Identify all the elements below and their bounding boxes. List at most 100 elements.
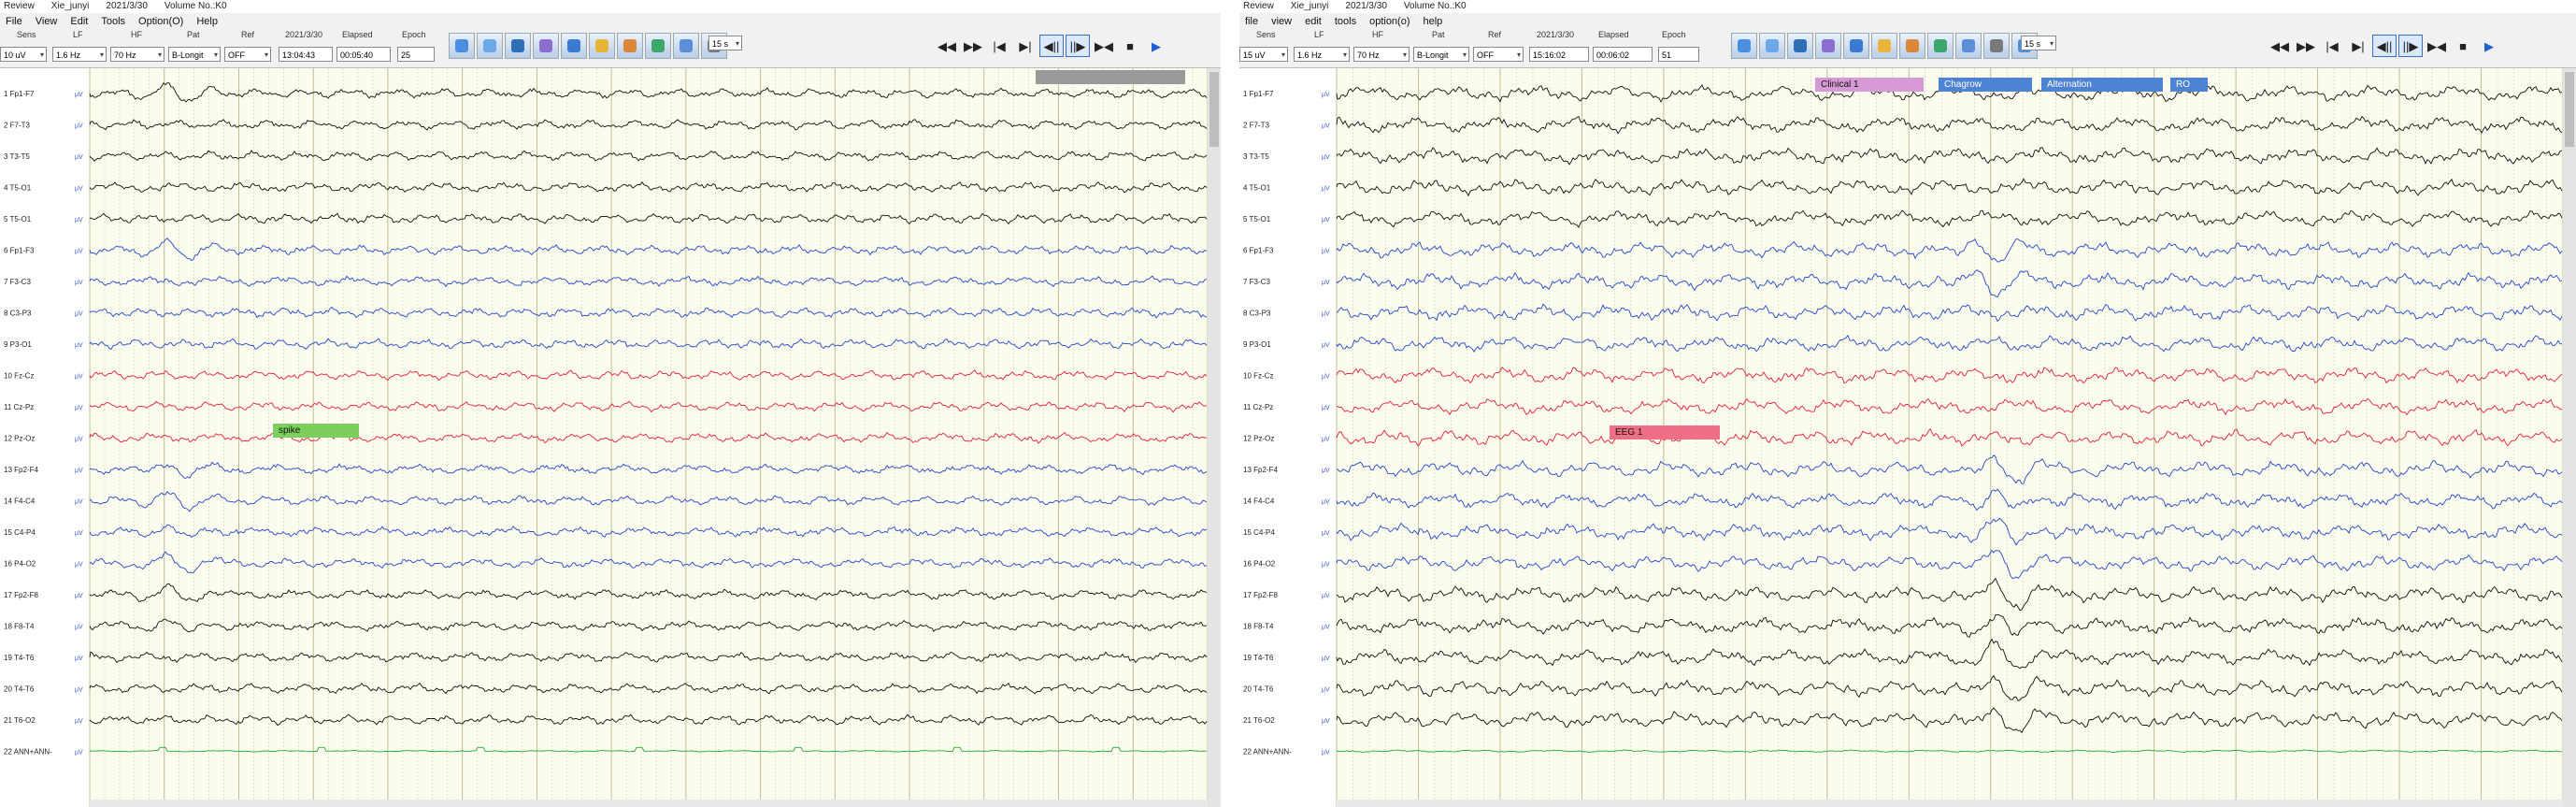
montage-select[interactable]: B-Longit xyxy=(1413,47,1469,62)
tool-icon-button[interactable] xyxy=(1899,33,1925,59)
step-back-button[interactable]: ◀|| xyxy=(1039,35,1064,57)
ref-select[interactable]: OFF xyxy=(224,47,271,62)
tool-icon-button[interactable] xyxy=(533,33,559,59)
eeg-trace-area[interactable]: 1 Fp1-F7 μV 2 F7-T3 μV 3 T3-T5 μV 4 T5-O1 μV 5 T… xyxy=(1239,68,2576,807)
step-forward-button[interactable]: ||▶ xyxy=(1066,35,1090,57)
channel-unit: μV xyxy=(1322,122,1330,129)
hf-label: HF xyxy=(1372,30,1383,39)
record-date: 2021/3/30 xyxy=(106,1,148,11)
step-forward-button[interactable]: ||▶ xyxy=(2398,35,2423,57)
tool-icon-button[interactable] xyxy=(589,33,615,59)
tool-icon-button[interactable] xyxy=(561,33,587,59)
title-bar: Review Xie_junyi 2021/3/30 Volume No.:K0 xyxy=(1239,0,2576,13)
fast-forward-button[interactable]: ▶▶ xyxy=(2294,35,2318,57)
time-window-select[interactable]: 15 s xyxy=(2021,36,2056,50)
sync-button[interactable]: ▶◀ xyxy=(1092,35,1116,57)
channel-unit: μV xyxy=(1322,498,1330,505)
stop-button[interactable]: ■ xyxy=(2451,35,2475,57)
ref-select[interactable]: OFF xyxy=(1473,47,1524,62)
sens-select[interactable]: 15 uV xyxy=(1239,47,1288,62)
sens-select[interactable]: 10 uV xyxy=(0,47,47,62)
tool-icon-button[interactable] xyxy=(1955,33,1982,59)
annotation-spike[interactable]: spike xyxy=(273,424,359,438)
menu-edit[interactable]: Edit xyxy=(70,14,88,29)
lf-select[interactable]: 1.6 Hz xyxy=(1294,47,1350,62)
menu-option[interactable]: option(o) xyxy=(1369,14,1410,29)
tool-icon xyxy=(1990,39,2003,52)
tool-icon xyxy=(1878,39,1891,52)
eeg-trace-area[interactable]: 1 Fp1-F7 μV 2 F7-T3 μV 3 T3-T5 μV 4 T5-O1 μV 5 T… xyxy=(0,68,1221,807)
lf-select[interactable]: 1.6 Hz xyxy=(52,47,107,62)
annotation-chagrow[interactable]: Chagrow xyxy=(1939,78,2032,92)
sync-button[interactable]: ▶◀ xyxy=(2425,35,2449,57)
menu-view[interactable]: View xyxy=(36,14,58,29)
toolbar: Sens LF HF Pat Ref 2021/3/30 Elapsed Epo… xyxy=(1239,30,2576,68)
first-page-button[interactable]: |◀ xyxy=(987,35,1011,57)
tool-icon-button[interactable] xyxy=(645,33,671,59)
patient-name: Xie_junyi xyxy=(1290,1,1329,11)
tool-icon-button[interactable] xyxy=(449,33,475,59)
epoch-number[interactable]: 51 xyxy=(1658,47,1699,62)
tool-icon-button[interactable] xyxy=(1843,33,1869,59)
tool-icon-button[interactable] xyxy=(1815,33,1841,59)
time-window-select[interactable]: 15 s xyxy=(708,36,742,50)
tool-icon xyxy=(595,39,608,52)
channel-label: 6 Fp1-F3 xyxy=(4,246,35,254)
pat-label: Pat xyxy=(187,30,200,39)
hf-select[interactable]: 70 Hz xyxy=(110,47,165,62)
tool-icon-button[interactable] xyxy=(1759,33,1785,59)
rewind-button[interactable]: ◀◀ xyxy=(935,35,959,57)
menu-file[interactable]: File xyxy=(6,14,22,29)
step-back-button[interactable]: ◀|| xyxy=(2372,35,2397,57)
tool-icon-button[interactable] xyxy=(1787,33,1813,59)
stop-button[interactable]: ■ xyxy=(1118,35,1142,57)
hf-select[interactable]: 70 Hz xyxy=(1353,47,1410,62)
fast-forward-button[interactable]: ▶▶ xyxy=(961,35,985,57)
annotation-alternation[interactable]: Alternation xyxy=(2041,78,2163,92)
channel-unit: μV xyxy=(1322,154,1330,161)
rewind-button[interactable]: ◀◀ xyxy=(2268,35,2292,57)
tool-icon-button[interactable] xyxy=(1927,33,1953,59)
eeg-traces[interactable]: 1 Fp1-F7 μV 2 F7-T3 μV 3 T3-T5 μV 4 T5-O1 μV 5 T… xyxy=(1239,68,2576,807)
epoch-number[interactable]: 25 xyxy=(397,47,435,62)
eeg-traces[interactable]: 1 Fp1-F7 μV 2 F7-T3 μV 3 T3-T5 μV 4 T5-O1 μV 5 T… xyxy=(0,68,1221,807)
vertical-scrollbar xyxy=(2563,68,2576,807)
last-page-button[interactable]: ▶| xyxy=(2346,35,2370,57)
annotation-marker[interactable] xyxy=(1036,70,1185,84)
menu-tools[interactable]: Tools xyxy=(101,14,125,29)
elapsed-label: Elapsed xyxy=(1598,30,1629,39)
play-button[interactable]: ▶ xyxy=(1144,35,1168,57)
channel-label: 15 C4-P4 xyxy=(1243,528,1275,537)
tool-icon-button[interactable] xyxy=(617,33,643,59)
channel-unit: μV xyxy=(1322,436,1330,442)
tool-icon-button[interactable] xyxy=(505,33,531,59)
tool-icon-button[interactable] xyxy=(673,33,699,59)
menu-option[interactable]: Option(O) xyxy=(138,14,183,29)
menu-view[interactable]: view xyxy=(1271,14,1292,29)
tool-icon-button[interactable] xyxy=(1731,33,1757,59)
menu-tools[interactable]: tools xyxy=(1335,14,1356,29)
menu-edit[interactable]: edit xyxy=(1305,14,1322,29)
channel-unit: μV xyxy=(1322,468,1330,474)
montage-select[interactable]: B-Longit xyxy=(168,47,221,62)
menu-file[interactable]: file xyxy=(1245,14,1258,29)
menu-help[interactable]: Help xyxy=(196,14,218,29)
tool-icon-button[interactable] xyxy=(1983,33,2010,59)
channel-unit: μV xyxy=(75,468,83,474)
last-page-button[interactable]: ▶| xyxy=(1013,35,1038,57)
annotation-clinical[interactable]: Clinical 1 xyxy=(1815,78,1924,92)
menu-bar: File View Edit Tools Option(O) Help xyxy=(0,14,1221,29)
play-button[interactable]: ▶ xyxy=(2477,35,2501,57)
ref-label: Ref xyxy=(241,30,255,39)
annotation-eeg[interactable]: EEG 1 xyxy=(1610,425,1720,440)
lf-label: LF xyxy=(1314,30,1324,39)
channel-unit: μV xyxy=(75,405,83,411)
elapsed-label: Elapsed xyxy=(342,30,373,39)
channel-label: 9 P3-O1 xyxy=(1243,340,1271,349)
record-date: 2021/3/30 xyxy=(1345,1,1387,11)
tool-icon-button[interactable] xyxy=(477,33,503,59)
tool-icon-button[interactable] xyxy=(1871,33,1897,59)
menu-help[interactable]: help xyxy=(1424,14,1443,29)
first-page-button[interactable]: |◀ xyxy=(2320,35,2344,57)
annotation-ro[interactable]: RO xyxy=(2170,78,2208,92)
